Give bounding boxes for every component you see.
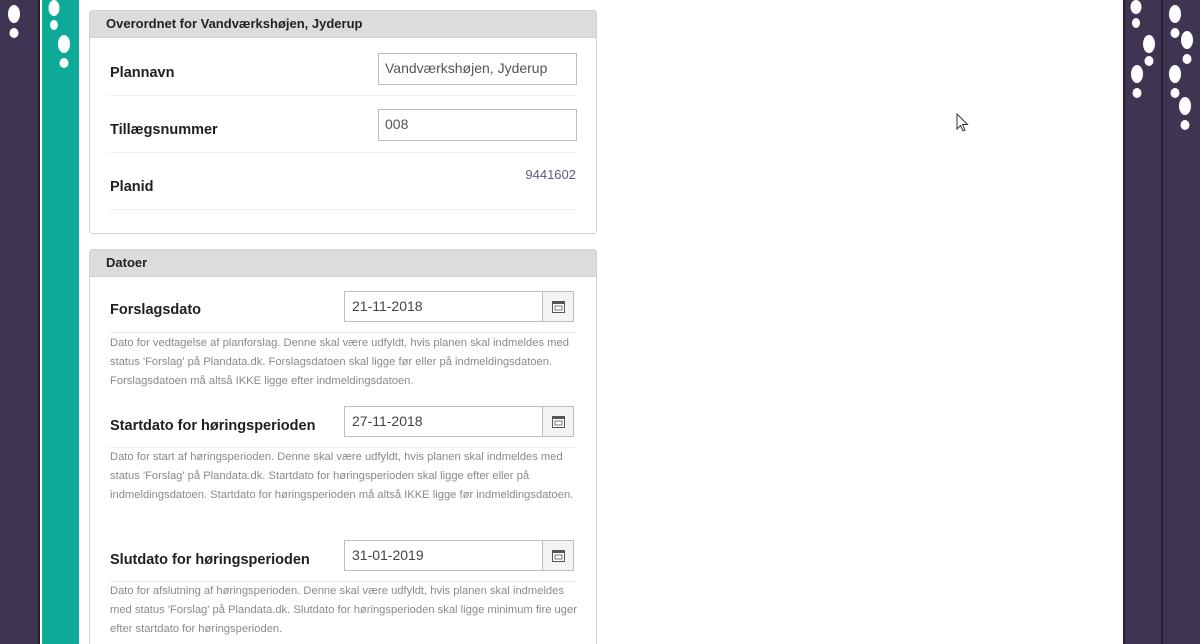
forslagsdato-label: Forslagsdato	[110, 302, 202, 318]
mouse-pointer-icon	[956, 113, 969, 132]
left-teal-strip	[42, 0, 79, 644]
calendar-icon	[551, 301, 565, 313]
footprint-icon	[1131, 65, 1143, 98]
datoer-panel: Datoer Forslagsdato 21-11-2018 Dato for …	[89, 249, 597, 644]
planid-value: 9441602	[525, 167, 576, 182]
startdato-input[interactable]: 27-11-2018	[345, 407, 542, 436]
footprint-icon	[8, 5, 20, 38]
plannavn-row: Plannavn Vandværkshøjen, Jyderup	[110, 39, 577, 96]
startdato-label: Startdato for høringsperioden	[110, 418, 316, 434]
forslagsdato-field[interactable]: 21-11-2018	[344, 291, 574, 322]
footprint-icon	[1179, 97, 1191, 130]
overordnet-panel-title: Overordnet for Vandværkshøjen, Jyderup	[90, 11, 596, 38]
tillaegsnummer-row: Tillægsnummer 008	[110, 96, 577, 153]
startdato-calendar-button[interactable]	[542, 407, 573, 436]
footprint-icon	[1143, 35, 1155, 66]
plannavn-input[interactable]: Vandværkshøjen, Jyderup	[378, 53, 577, 85]
slutdato-help-text: Dato for afslutning af høringsperioden. …	[110, 585, 577, 635]
slutdato-label: Slutdato for høringsperioden	[110, 552, 310, 568]
footprint-icon	[1130, 0, 1142, 28]
forslagsdato-input[interactable]: 21-11-2018	[345, 292, 542, 321]
footprint-icon	[1181, 31, 1193, 64]
calendar-icon	[551, 550, 565, 562]
startdato-field[interactable]: 27-11-2018	[344, 406, 574, 437]
datoer-panel-title: Datoer	[90, 250, 596, 277]
calendar-icon	[551, 416, 565, 428]
forslagsdato-help-text: Dato for vedtagelse af planforslag. Denn…	[110, 337, 569, 387]
footprint-icon	[58, 35, 70, 68]
planid-label: Planid	[110, 179, 154, 195]
left-decor-strip	[0, 0, 40, 644]
footprint-icon	[48, 0, 60, 30]
footprint-icon	[1169, 65, 1181, 98]
forslagsdato-calendar-button[interactable]	[542, 292, 573, 321]
slutdato-field[interactable]: 31-01-2019	[344, 540, 574, 571]
tillaegsnummer-label: Tillægsnummer	[110, 122, 218, 138]
forslagsdato-divider	[110, 332, 576, 333]
overordnet-panel: Overordnet for Vandværkshøjen, Jyderup P…	[89, 10, 597, 234]
startdato-help-text: Dato for start af høringsperioden. Denne…	[110, 451, 574, 501]
plannavn-label: Plannavn	[110, 65, 175, 81]
slutdato-input[interactable]: 31-01-2019	[345, 541, 542, 570]
tillaegsnummer-input[interactable]: 008	[378, 109, 577, 141]
slutdato-calendar-button[interactable]	[542, 541, 573, 570]
planid-row: Planid 9441602	[110, 153, 576, 210]
